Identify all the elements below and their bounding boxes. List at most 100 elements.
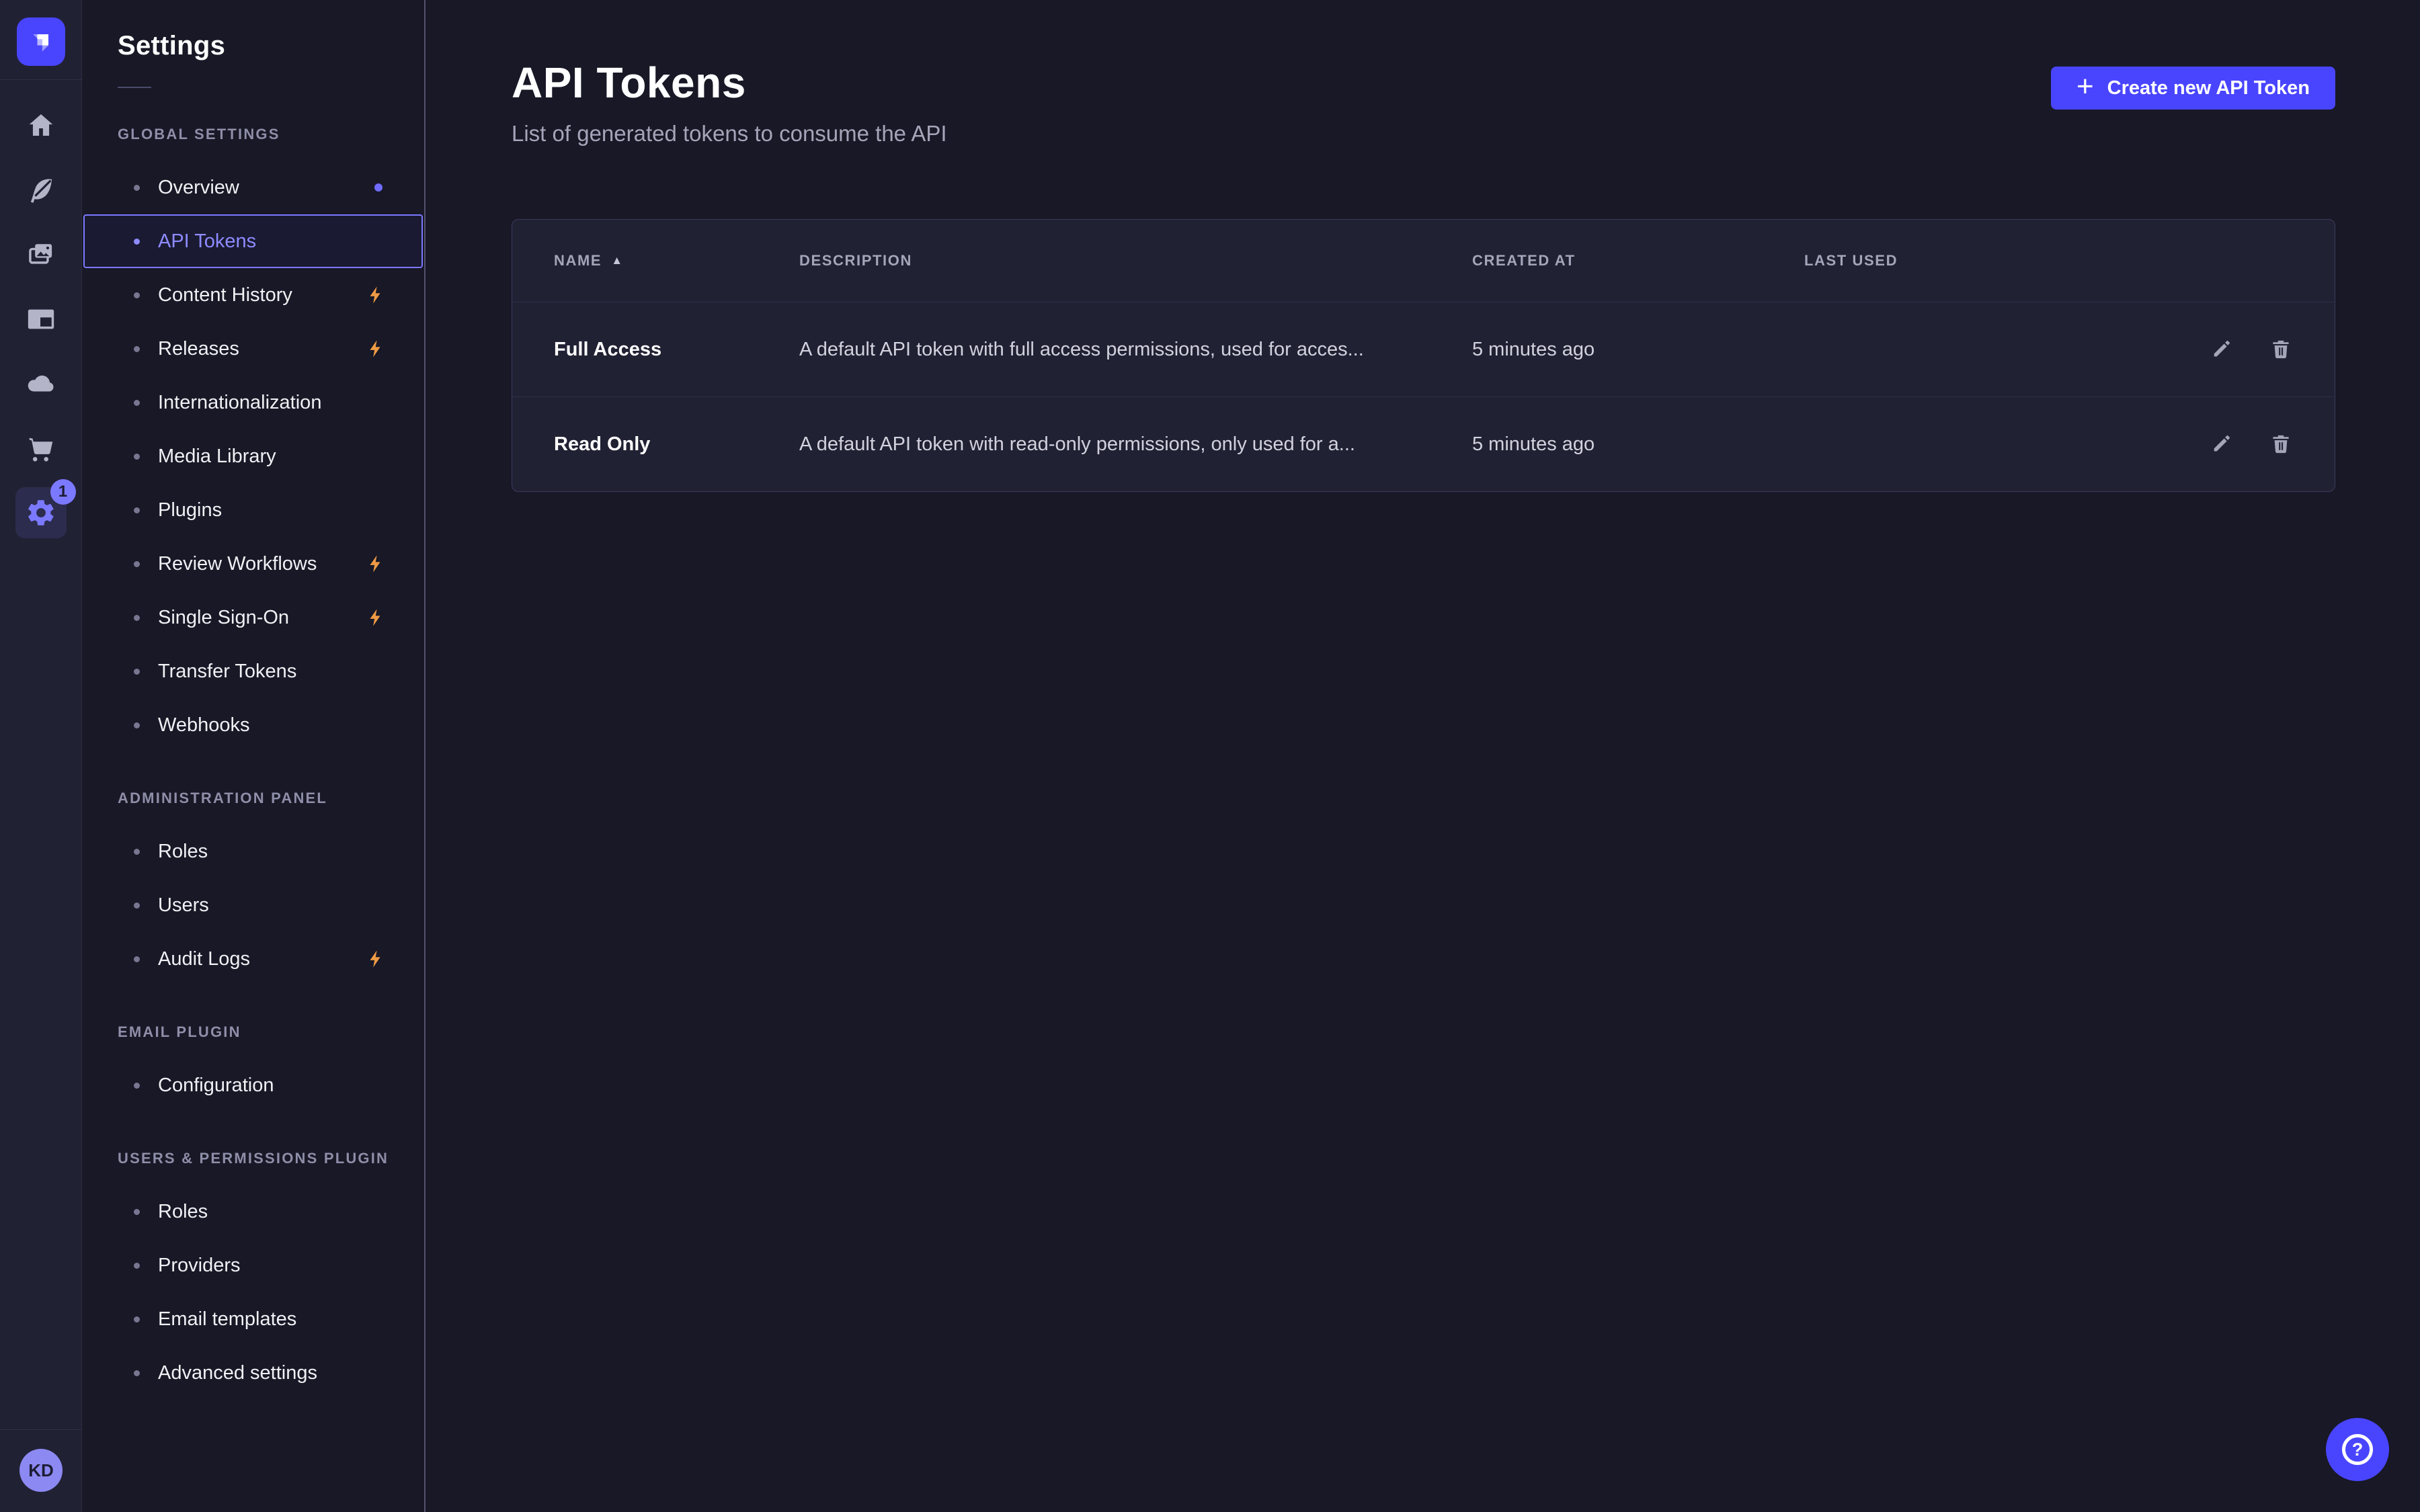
user-avatar[interactable]: KD bbox=[19, 1449, 63, 1492]
section-items: Roles Users Audit Logs bbox=[82, 825, 424, 986]
content-type-builder-feather-icon[interactable] bbox=[15, 165, 67, 216]
bullet-icon bbox=[134, 185, 140, 191]
subnav-item[interactable]: Media Library bbox=[83, 429, 423, 483]
delete-token-button[interactable] bbox=[2269, 337, 2293, 362]
bullet-icon bbox=[134, 669, 140, 675]
subnav-item[interactable]: Single Sign-On bbox=[83, 591, 423, 644]
nav-item-label: Email templates bbox=[158, 1308, 296, 1331]
help-button[interactable]: ? bbox=[2326, 1418, 2389, 1481]
bullet-icon bbox=[134, 1083, 140, 1089]
subnav-item[interactable]: Email templates bbox=[83, 1292, 423, 1346]
nav-item-label: Media Library bbox=[158, 446, 276, 468]
settings-notification-badge: 1 bbox=[50, 479, 76, 505]
trash-icon bbox=[2269, 432, 2292, 455]
marketplace-cart-icon[interactable] bbox=[15, 423, 67, 474]
pencil-icon bbox=[2210, 432, 2233, 455]
nav-item-label: API Tokens bbox=[158, 230, 256, 253]
edit-token-button[interactable] bbox=[2210, 337, 2234, 362]
column-header-name-sort[interactable]: NAME ▲ bbox=[554, 252, 624, 269]
subnav-item[interactable]: Internationalization bbox=[83, 376, 423, 429]
nav-item-label: Transfer Tokens bbox=[158, 661, 296, 683]
bullet-icon bbox=[134, 1316, 140, 1322]
subnav-item[interactable]: Audit Logs bbox=[83, 932, 423, 986]
subnav-item[interactable]: Transfer Tokens bbox=[83, 644, 423, 698]
subnav-item[interactable]: Webhooks bbox=[83, 698, 423, 752]
media-library-images-icon[interactable] bbox=[15, 229, 67, 280]
nav-item-label: Audit Logs bbox=[158, 948, 250, 970]
subnav-item[interactable]: Plugins bbox=[83, 483, 423, 537]
nav-item-label: Single Sign-On bbox=[158, 607, 289, 629]
section-label: EMAIL PLUGIN bbox=[118, 1023, 424, 1041]
table-row[interactable]: Full Access A default API token with ful… bbox=[512, 302, 2335, 396]
lightning-icon bbox=[365, 948, 387, 970]
edit-token-button[interactable] bbox=[2210, 432, 2234, 456]
subnav-item[interactable]: Releases bbox=[83, 322, 423, 376]
subnav-section: GLOBAL SETTINGS Overview API Tokens Cont… bbox=[82, 126, 424, 752]
bullet-icon bbox=[134, 615, 140, 621]
create-api-token-button[interactable]: + Create new API Token bbox=[2051, 67, 2335, 110]
nav-item-label: Roles bbox=[158, 841, 208, 863]
bullet-icon bbox=[134, 454, 140, 460]
strapi-logo-icon bbox=[26, 27, 56, 56]
icon-rail: 1 KD bbox=[0, 0, 82, 1512]
table-row[interactable]: Read Only A default API token with read-… bbox=[512, 396, 2335, 491]
subnav-section: USERS & PERMISSIONS PLUGIN Roles Provide… bbox=[82, 1150, 424, 1400]
bullet-icon bbox=[134, 400, 140, 406]
nav-item-label: Configuration bbox=[158, 1075, 274, 1097]
cloud-icon[interactable] bbox=[15, 358, 67, 409]
subnav-item[interactable]: Configuration bbox=[83, 1058, 423, 1112]
subnav-item[interactable]: Advanced settings bbox=[83, 1346, 423, 1400]
bullet-icon bbox=[134, 956, 140, 962]
subnav-item[interactable]: API Tokens bbox=[83, 214, 423, 268]
subnav-item[interactable]: Review Workflows bbox=[83, 537, 423, 591]
create-button-label: Create new API Token bbox=[2107, 77, 2310, 99]
bullet-icon bbox=[134, 239, 140, 245]
bullet-icon bbox=[134, 1263, 140, 1269]
token-description-cell: A default API token with full access per… bbox=[799, 339, 1472, 361]
nav-item-label: Review Workflows bbox=[158, 553, 317, 575]
nav-item-label: Internationalization bbox=[158, 392, 321, 414]
token-description-cell: A default API token with read-only permi… bbox=[799, 433, 1472, 456]
token-name-cell: Read Only bbox=[554, 433, 799, 456]
section-items: Overview API Tokens Content History Rele… bbox=[82, 161, 424, 752]
main-content: API Tokens List of generated tokens to c… bbox=[427, 0, 2420, 1512]
delete-token-button[interactable] bbox=[2269, 432, 2293, 456]
subnav-item[interactable]: Content History bbox=[83, 268, 423, 322]
bullet-icon bbox=[134, 507, 140, 513]
subnav-item[interactable]: Roles bbox=[83, 825, 423, 878]
section-label: GLOBAL SETTINGS bbox=[118, 126, 424, 143]
subnav-item[interactable]: Roles bbox=[83, 1185, 423, 1238]
api-tokens-table: NAME ▲ DESCRIPTION CREATED AT LAST USED … bbox=[512, 219, 2335, 492]
subnav-item[interactable]: Overview bbox=[83, 161, 423, 214]
lightning-icon bbox=[365, 607, 387, 628]
table-body: Full Access A default API token with ful… bbox=[512, 302, 2335, 491]
bullet-icon bbox=[134, 561, 140, 567]
rail-bottom-divider bbox=[0, 1429, 82, 1430]
column-header-description: DESCRIPTION bbox=[799, 252, 1472, 269]
section-label: ADMINISTRATION PANEL bbox=[118, 790, 424, 807]
rail-divider bbox=[0, 79, 82, 80]
token-created-at-cell: 5 minutes ago bbox=[1472, 433, 1804, 456]
column-header-last-used: LAST USED bbox=[1804, 252, 2179, 269]
bullet-icon bbox=[134, 346, 140, 352]
subnav-title-rule bbox=[118, 87, 151, 88]
lightning-icon bbox=[365, 553, 387, 575]
home-icon[interactable] bbox=[15, 100, 67, 151]
subnav-section: EMAIL PLUGIN Configuration bbox=[82, 1023, 424, 1112]
subnav-item[interactable]: Providers bbox=[83, 1238, 423, 1292]
content-manager-layout-icon[interactable] bbox=[15, 294, 67, 345]
pencil-icon bbox=[2210, 337, 2233, 360]
bullet-icon bbox=[134, 1370, 140, 1376]
section-label: USERS & PERMISSIONS PLUGIN bbox=[118, 1150, 424, 1167]
bullet-icon bbox=[134, 292, 140, 298]
table-header-row: NAME ▲ DESCRIPTION CREATED AT LAST USED bbox=[512, 220, 2335, 302]
column-header-name: NAME bbox=[554, 252, 602, 269]
section-items: Roles Providers Email templates Advanced… bbox=[82, 1185, 424, 1400]
strapi-logo[interactable] bbox=[17, 17, 65, 66]
bullet-icon bbox=[134, 902, 140, 909]
subnav-item[interactable]: Users bbox=[83, 878, 423, 932]
subnav-section: ADMINISTRATION PANEL Roles Users Audit L… bbox=[82, 790, 424, 986]
nav-item-label: Roles bbox=[158, 1201, 208, 1223]
nav-item-label: Content History bbox=[158, 284, 292, 306]
settings-gear-icon[interactable]: 1 bbox=[15, 487, 67, 538]
